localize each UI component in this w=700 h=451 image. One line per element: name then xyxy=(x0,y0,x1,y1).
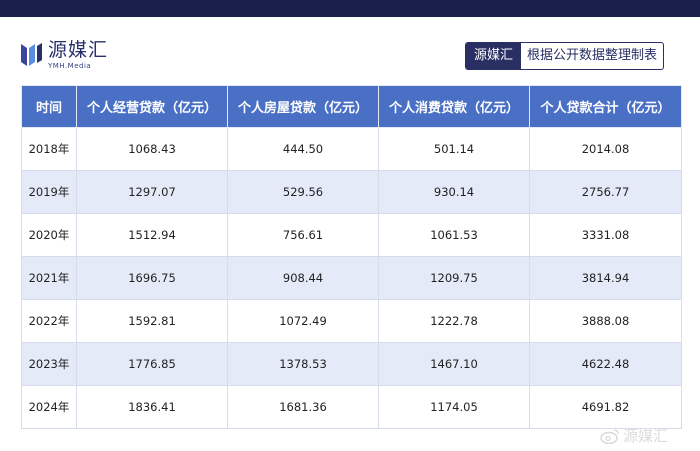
table-cell: 1378.53 xyxy=(227,342,379,386)
table-cell: 3331.08 xyxy=(529,213,682,257)
column-header: 个人房屋贷款（亿元） xyxy=(227,85,379,128)
column-header: 个人消费贷款（亿元） xyxy=(378,85,530,128)
table-cell: 908.44 xyxy=(227,256,379,300)
table-cell: 1836.41 xyxy=(76,385,228,429)
watermark: 源媒汇 xyxy=(600,425,668,446)
table-cell: 444.50 xyxy=(227,127,379,171)
table-row: 2023年 1776.85 1378.53 1467.10 4622.48 xyxy=(21,342,682,386)
watermark-text: 源媒汇 xyxy=(623,427,669,445)
brand-logo: 源媒汇 YMH.Media xyxy=(18,40,108,70)
table-cell: 1467.10 xyxy=(378,342,530,386)
brand-name: 源媒汇 xyxy=(48,39,109,61)
table-cell: 4622.48 xyxy=(529,342,682,386)
table-cell: 1072.49 xyxy=(227,299,379,343)
table-cell: 2023年 xyxy=(21,342,77,386)
table-cell: 2756.77 xyxy=(529,170,682,214)
table-cell: 2019年 xyxy=(21,170,77,214)
table-cell: 529.56 xyxy=(227,170,379,214)
table-row: 2021年 1696.75 908.44 1209.75 3814.94 xyxy=(21,256,682,300)
table-cell: 1209.75 xyxy=(378,256,530,300)
loan-table: 时间 个人经营贷款（亿元） 个人房屋贷款（亿元） 个人消费贷款（亿元） 个人贷款… xyxy=(21,85,682,429)
source-text: 根据公开数据整理制表 xyxy=(527,48,658,63)
table-row: 2019年 1297.07 529.56 930.14 2756.77 xyxy=(21,170,682,214)
table-cell: 1592.81 xyxy=(76,299,228,343)
table-cell: 1776.85 xyxy=(76,342,228,386)
table-row: 2022年 1592.81 1072.49 1222.78 3888.08 xyxy=(21,299,682,343)
table-cell: 2021年 xyxy=(21,256,77,300)
table-header-row: 时间 个人经营贷款（亿元） 个人房屋贷款（亿元） 个人消费贷款（亿元） 个人贷款… xyxy=(21,85,682,128)
table-cell: 3814.94 xyxy=(529,256,682,300)
column-header: 个人贷款合计（亿元） xyxy=(529,85,682,128)
table-row: 2018年 1068.43 444.50 501.14 2014.08 xyxy=(21,127,682,171)
table-cell: 2018年 xyxy=(21,127,77,171)
table-row: 2020年 1512.94 756.61 1061.53 3331.08 xyxy=(21,213,682,257)
column-header: 个人经营贷款（亿元） xyxy=(76,85,228,128)
source-brand: 源媒汇 xyxy=(466,43,522,69)
table-cell: 3888.08 xyxy=(529,299,682,343)
table-cell: 4691.82 xyxy=(529,385,682,429)
table-cell: 930.14 xyxy=(378,170,530,214)
table-cell: 1068.43 xyxy=(76,127,228,171)
table-cell: 2024年 xyxy=(21,385,77,429)
table-cell: 1222.78 xyxy=(378,299,530,343)
table-cell: 756.61 xyxy=(227,213,379,257)
table-cell: 501.14 xyxy=(378,127,530,171)
table-cell: 1696.75 xyxy=(76,256,228,300)
table-cell: 1512.94 xyxy=(76,213,228,257)
brand-subtitle: YMH.Media xyxy=(48,62,92,70)
brand-logo-icon xyxy=(21,43,42,66)
table-cell: 1681.36 xyxy=(227,385,379,429)
table-cell: 1061.53 xyxy=(378,213,530,257)
weibo-icon xyxy=(600,428,619,444)
column-header: 时间 xyxy=(21,85,77,128)
table-cell: 1174.05 xyxy=(378,385,530,429)
table-cell: 2020年 xyxy=(21,213,77,257)
table-cell: 2022年 xyxy=(21,299,77,343)
top-bar xyxy=(0,0,700,17)
table-cell: 1297.07 xyxy=(76,170,228,214)
source-label: 源媒汇 根据公开数据整理制表 xyxy=(465,42,665,70)
table-row: 2024年 1836.41 1681.36 1174.05 4691.82 xyxy=(21,385,682,429)
table-cell: 2014.08 xyxy=(529,127,682,171)
